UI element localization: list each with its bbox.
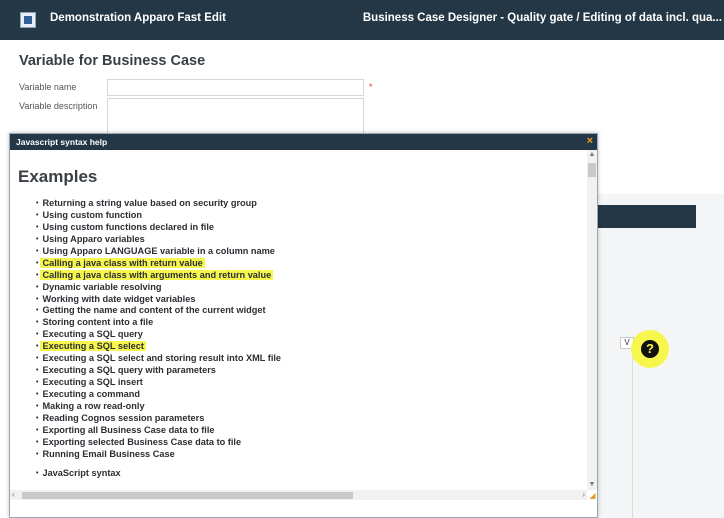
horizontal-scrollbar[interactable]: ‹ › [10,490,587,500]
variable-description-textarea[interactable] [107,98,364,138]
example-link-label: Executing a command [42,389,140,399]
example-link[interactable]: Using custom functions declared in file [36,222,281,234]
chevron-down-icon[interactable]: ▼ [588,481,596,489]
example-link[interactable]: Executing a SQL select and storing resul… [36,353,281,365]
example-link[interactable]: Using custom function [36,210,281,222]
required-marker: * [369,82,373,92]
chevron-up-icon[interactable]: ▲ [588,151,596,159]
example-link[interactable]: Calling a java class with return value [36,257,281,270]
example-link-label: Getting the name and content of the curr… [42,305,266,316]
example-link-label: Executing a SQL insert [42,377,143,388]
example-link[interactable]: Getting the name and content of the curr… [36,305,281,317]
example-link-label: Running Email Business Case [42,448,175,459]
example-link[interactable]: Executing a SQL insert [36,377,281,389]
example-link[interactable]: Returning a string value based on securi… [36,198,281,210]
app-logo-icon[interactable] [20,12,36,28]
example-link-label: Dynamic variable resolving [42,281,162,292]
example-link-label: Executing a SQL query with parameters [42,365,216,376]
example-link-label: Using Apparo variables [42,233,145,244]
example-link-label: Working with date widget variables [42,293,196,304]
example-link[interactable]: Reading Cognos session parameters [36,413,281,425]
example-link-label: Calling a java class with arguments and … [40,269,274,280]
example-link-label: Calling a java class with return value [40,257,205,268]
example-link-label: Storing content into a file [42,317,154,328]
app-title: Demonstration Apparo Fast Edit [50,12,226,24]
example-link-label: Exporting all Business Case data to file [42,424,215,435]
example-link-label: Using Apparo LANGUAGE variable in a colu… [42,245,275,256]
example-link-label: Executing a SQL query [42,329,143,340]
resize-grip-icon[interactable]: ◢ [588,491,597,500]
chevron-left-icon[interactable]: ‹ [12,490,15,500]
dialog-footer [10,500,597,517]
dialog-content: Examples Returning a string value based … [10,150,586,489]
vertical-scrollbar[interactable]: ▲ ▼ [587,150,597,490]
example-link-label: Using custom functions declared in file [42,221,214,232]
example-link-label: Exporting selected Business Case data to… [42,436,242,447]
example-link[interactable]: Storing content into a file [36,317,281,329]
example-link[interactable]: Executing a SQL query [36,329,281,341]
example-link[interactable]: Dynamic variable resolving [36,282,281,294]
example-link[interactable]: Executing a SQL select [36,341,281,353]
example-link[interactable]: Exporting selected Business Case data to… [36,437,281,449]
form-title: Variable for Business Case [19,53,206,69]
app-header: Demonstration Apparo Fast Edit Business … [0,0,724,40]
variable-description-label: Variable description [19,101,98,111]
example-link[interactable]: Running Email Business Case [36,449,281,461]
background-column-divider [632,343,633,518]
example-link[interactable]: Calling a java class with arguments and … [36,269,281,282]
example-link-label: Reading Cognos session parameters [42,412,205,423]
close-icon[interactable]: × [587,135,593,147]
variable-name-input[interactable] [107,79,364,96]
examples-list: Returning a string value based on securi… [36,198,281,480]
javascript-syntax-link-label: JavaScript syntax [42,467,121,478]
example-link-label: Making a row read-only [42,400,145,411]
dialog-titlebar[interactable]: Javascript syntax help × [10,134,597,150]
chevron-right-icon[interactable]: › [582,490,585,500]
javascript-syntax-help-dialog: Javascript syntax help × Examples Return… [9,133,598,518]
example-link-label: Executing a SQL select and storing resul… [42,353,282,364]
example-link-label: Returning a string value based on securi… [42,198,257,208]
dialog-title: Javascript syntax help [16,137,108,147]
example-link[interactable]: Using Apparo LANGUAGE variable in a colu… [36,246,281,258]
examples-heading: Examples [18,167,98,186]
example-link[interactable]: Using Apparo variables [36,234,281,246]
example-link[interactable]: Working with date widget variables [36,294,281,306]
example-link[interactable]: Exporting all Business Case data to file [36,425,281,437]
example-link[interactable]: Making a row read-only [36,401,281,413]
page-breadcrumb: Business Case Designer - Quality gate / … [362,12,722,24]
example-link-label: Using custom function [42,209,142,220]
help-icon[interactable]: ? [641,340,659,358]
example-link[interactable]: Executing a command [36,389,281,401]
example-link-label: Executing a SQL select [40,341,146,352]
horizontal-scroll-thumb[interactable] [22,492,353,499]
example-link[interactable]: Executing a SQL query with parameters [36,365,281,377]
vertical-scroll-thumb[interactable] [588,163,596,177]
variable-name-label: Variable name [19,82,77,92]
background-panel-header [598,205,696,228]
javascript-syntax-link[interactable]: JavaScript syntax [36,468,281,480]
